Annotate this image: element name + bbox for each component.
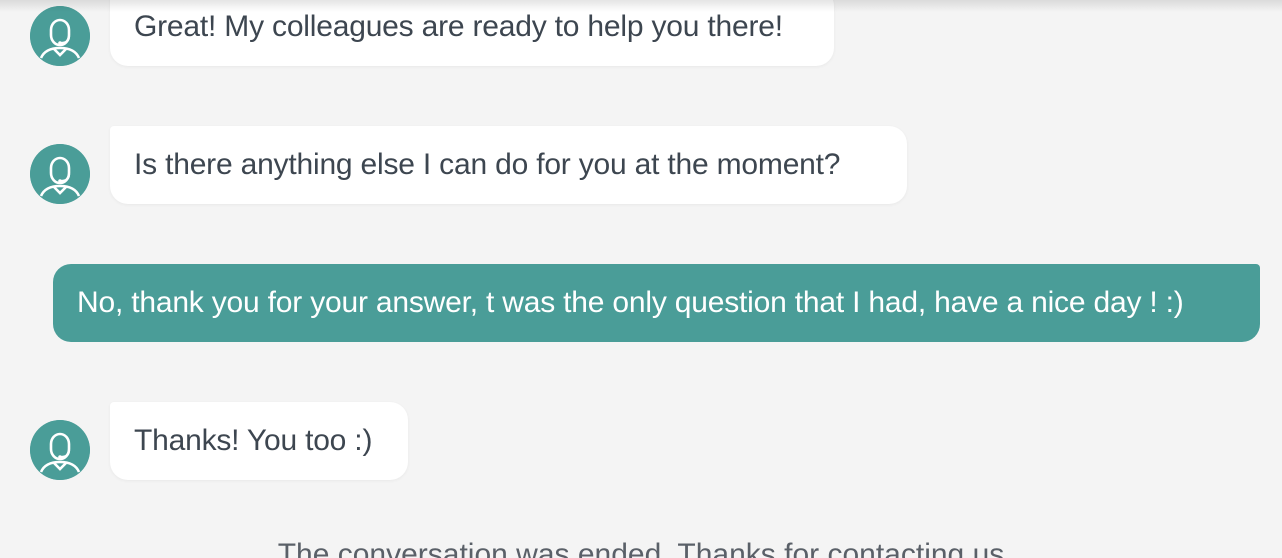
agent-avatar xyxy=(30,420,90,480)
agent-avatar xyxy=(30,6,90,66)
message-text: Is there anything else I can do for you … xyxy=(134,148,841,181)
support-agent-icon xyxy=(30,144,90,204)
conversation-ended-notice: The conversation was ended. Thanks for c… xyxy=(277,538,1005,558)
message-text: No, thank you for your answer, t was the… xyxy=(77,286,1184,319)
bot-message-bubble: Is there anything else I can do for you … xyxy=(110,126,907,204)
bot-message-bubble: Great! My colleagues are ready to help y… xyxy=(110,0,834,66)
chat-transcript: Great! My colleagues are ready to help y… xyxy=(0,0,1282,558)
agent-avatar xyxy=(30,144,90,204)
user-message-bubble: No, thank you for your answer, t was the… xyxy=(53,264,1260,342)
support-agent-icon xyxy=(30,420,90,480)
support-agent-icon xyxy=(30,6,90,66)
bot-message-bubble: Thanks! You too :) xyxy=(110,402,408,480)
message-text: Thanks! You too :) xyxy=(134,424,373,457)
message-text: Great! My colleagues are ready to help y… xyxy=(134,10,783,43)
